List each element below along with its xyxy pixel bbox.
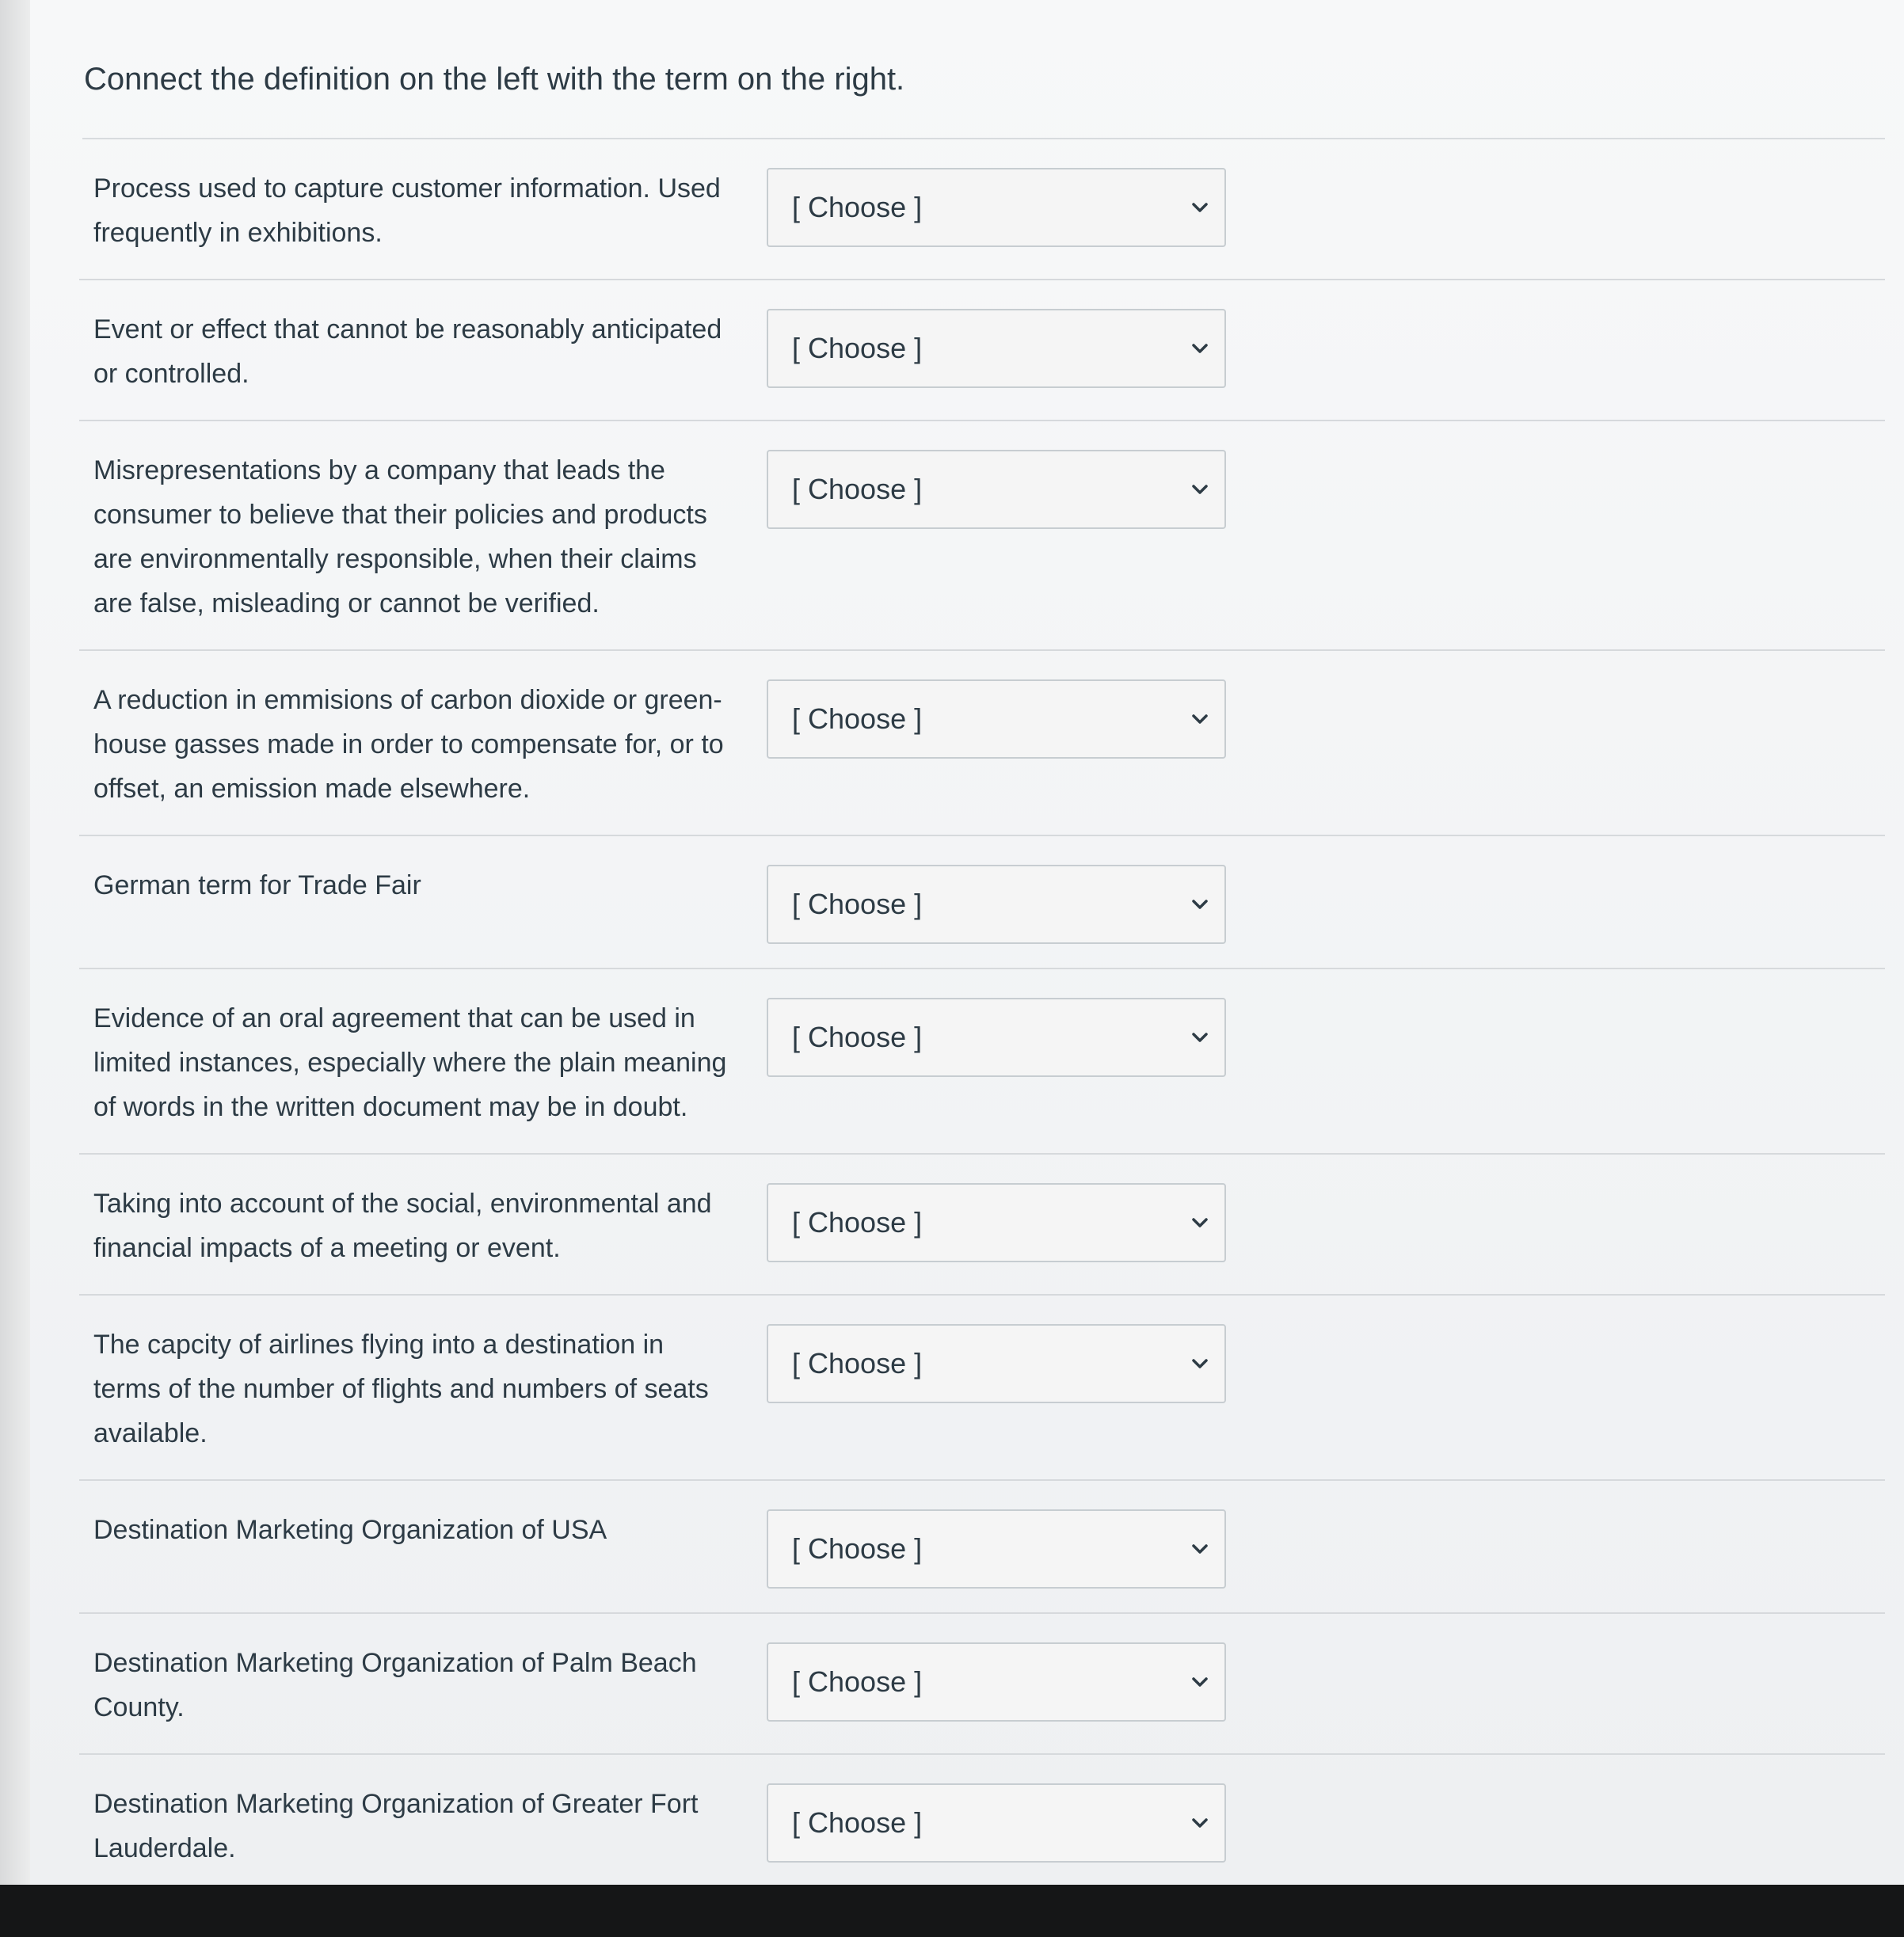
term-select-value: [ Choose ]: [792, 191, 923, 223]
term-select-value: [ Choose ]: [792, 1532, 923, 1565]
definition-text: The capcity of airlines flying into a de…: [93, 1330, 709, 1448]
chevron-down-icon: [1190, 709, 1210, 729]
term-select-value: [ Choose ]: [792, 332, 923, 364]
match-list: Process used to capture customer informa…: [79, 139, 1885, 1896]
term-select[interactable]: [ Choose ]: [767, 1509, 1226, 1589]
term-select-value: [ Choose ]: [792, 1021, 923, 1053]
quiz-screen: Connect the definition on the left with …: [0, 0, 1904, 1896]
match-row: Destination Marketing Organization of Gr…: [79, 1755, 1885, 1896]
definition-text: Destination Marketing Organization of Gr…: [93, 1789, 699, 1863]
matching-question: Connect the definition on the left with …: [79, 48, 1885, 1896]
monitor-bezel-left: [0, 0, 30, 1937]
term-select-value: [ Choose ]: [792, 1206, 923, 1239]
match-row: The capcity of airlines flying into a de…: [79, 1296, 1885, 1481]
definition-text: German term for Trade Fair: [93, 870, 421, 900]
term-select-value: [ Choose ]: [792, 1806, 923, 1839]
definition-text: A reduction in emmisions of carbon dioxi…: [93, 685, 724, 804]
monitor-bezel-bottom: [0, 1885, 1904, 1937]
match-row: Destination Marketing Organization of US…: [79, 1481, 1885, 1614]
term-select[interactable]: [ Choose ]: [767, 998, 1226, 1077]
chevron-down-icon: [1190, 1212, 1210, 1233]
chevron-down-icon: [1190, 1539, 1210, 1559]
term-select[interactable]: [ Choose ]: [767, 309, 1226, 388]
chevron-down-icon: [1190, 479, 1210, 500]
chevron-down-icon: [1190, 338, 1210, 359]
match-row: German term for Trade Fair [ Choose ]: [79, 836, 1885, 969]
term-select-value: [ Choose ]: [792, 473, 923, 505]
definition-text: Event or effect that cannot be reasonabl…: [93, 314, 722, 389]
term-select-value: [ Choose ]: [792, 1665, 923, 1698]
term-select[interactable]: [ Choose ]: [767, 1183, 1226, 1262]
question-prompt: Connect the definition on the left with …: [84, 62, 905, 97]
term-select-value: [ Choose ]: [792, 702, 923, 735]
match-row: A reduction in emmisions of carbon dioxi…: [79, 651, 1885, 836]
definition-text: Taking into account of the social, envir…: [93, 1189, 712, 1263]
chevron-down-icon: [1190, 1353, 1210, 1374]
definition-text: Evidence of an oral agreement that can b…: [93, 1003, 727, 1122]
term-select[interactable]: [ Choose ]: [767, 679, 1226, 759]
term-select[interactable]: [ Choose ]: [767, 1324, 1226, 1403]
term-select[interactable]: [ Choose ]: [767, 865, 1226, 944]
chevron-down-icon: [1190, 1672, 1210, 1692]
term-select[interactable]: [ Choose ]: [767, 168, 1226, 247]
definition-text: Process used to capture customer informa…: [93, 173, 721, 248]
match-row: Evidence of an oral agreement that can b…: [79, 969, 1885, 1155]
chevron-down-icon: [1190, 197, 1210, 218]
chevron-down-icon: [1190, 1813, 1210, 1833]
term-select[interactable]: [ Choose ]: [767, 1642, 1226, 1722]
match-row: Misrepresentations by a company that lea…: [79, 421, 1885, 651]
chevron-down-icon: [1190, 894, 1210, 915]
term-select-value: [ Choose ]: [792, 888, 923, 920]
term-select[interactable]: [ Choose ]: [767, 1783, 1226, 1863]
term-select[interactable]: [ Choose ]: [767, 450, 1226, 529]
match-row: Event or effect that cannot be reasonabl…: [79, 280, 1885, 421]
match-row: Taking into account of the social, envir…: [79, 1155, 1885, 1296]
chevron-down-icon: [1190, 1027, 1210, 1048]
match-row: Process used to capture customer informa…: [79, 139, 1885, 280]
definition-text: Destination Marketing Organization of Pa…: [93, 1648, 697, 1722]
match-row: Destination Marketing Organization of Pa…: [79, 1614, 1885, 1755]
definition-text: Misrepresentations by a company that lea…: [93, 455, 707, 618]
definition-text: Destination Marketing Organization of US…: [93, 1515, 607, 1545]
term-select-value: [ Choose ]: [792, 1347, 923, 1379]
